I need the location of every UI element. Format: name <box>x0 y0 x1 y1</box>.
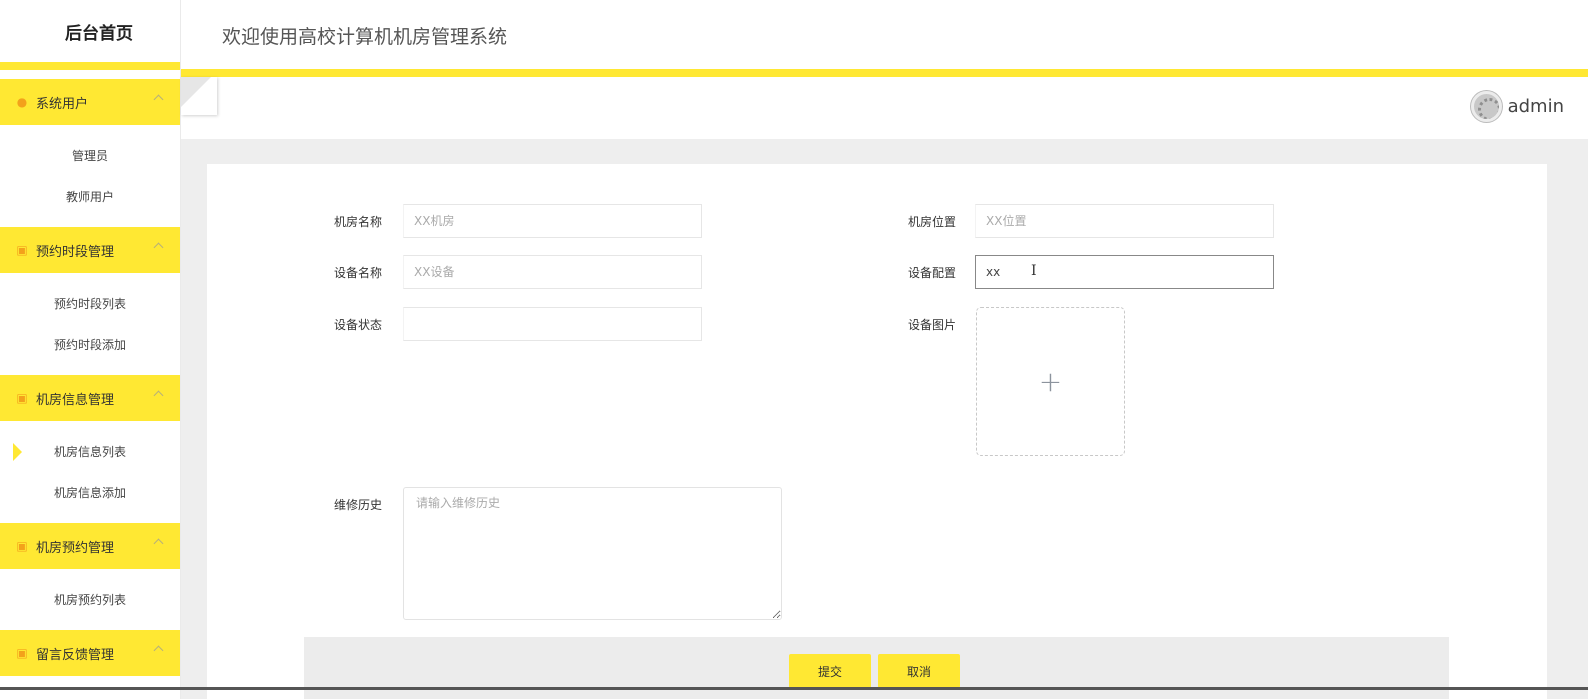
submenu-room-booking: 机房预约列表 <box>0 569 180 630</box>
header-accent-bar <box>181 69 1588 77</box>
folder-icon: ▣ <box>16 646 28 660</box>
brand-accent-bar <box>0 62 180 70</box>
top-header: 欢迎使用高校计算机机房管理系统 <box>181 0 1588 69</box>
bottom-edge-line <box>0 687 1588 690</box>
device-status-label: 设备状态 <box>333 318 382 332</box>
chevron-up-icon <box>153 242 164 253</box>
folder-icon: ▣ <box>16 391 28 405</box>
sidebar: 后台首页 ● 系统用户 管理员 教师用户 ▣ 预约时段管理 预约时段列表 预约时… <box>0 0 181 699</box>
menu-group-label: 留言反馈管理 <box>36 647 115 663</box>
repair-history-textarea[interactable] <box>403 487 782 620</box>
sidebar-item-booking-list[interactable]: 机房预约列表 <box>0 579 180 620</box>
sidebar-item-room-add[interactable]: 机房信息添加 <box>0 472 180 513</box>
cancel-button[interactable]: 取消 <box>878 654 960 688</box>
collapse-sidebar-icon[interactable] <box>181 77 217 115</box>
sidebar-item-room-list[interactable]: 机房信息列表 <box>0 431 180 472</box>
sidebar-item-teacher-users[interactable]: 教师用户 <box>0 176 180 217</box>
active-indicator-icon <box>13 443 22 461</box>
device-config-input[interactable] <box>975 255 1274 289</box>
menu-group-label: 机房预约管理 <box>36 540 115 556</box>
menu-group-room-booking[interactable]: ▣ 机房预约管理 <box>0 523 180 569</box>
repair-history-label: 维修历史 <box>333 498 382 512</box>
chevron-up-icon <box>153 390 164 401</box>
username[interactable]: admin <box>1508 96 1564 117</box>
sidebar-item-admin[interactable]: 管理员 <box>0 135 180 176</box>
submenu-booking-slots: 预约时段列表 预约时段添加 <box>0 273 180 375</box>
menu-group-system-users[interactable]: ● 系统用户 <box>0 79 180 125</box>
submit-button[interactable]: 提交 <box>789 654 871 688</box>
room-name-input[interactable] <box>403 204 702 238</box>
image-upload[interactable]: + <box>976 307 1125 456</box>
menu-group-label: 系统用户 <box>36 96 89 112</box>
toolbar: admin <box>181 77 1588 139</box>
bottom-edge <box>0 687 1588 699</box>
sidebar-item-slot-list[interactable]: 预约时段列表 <box>0 283 180 324</box>
submenu-room-info: 机房信息列表 机房信息添加 <box>0 421 180 523</box>
menu-group-room-info[interactable]: ▣ 机房信息管理 <box>0 375 180 421</box>
device-status-input[interactable] <box>403 307 702 341</box>
submenu-system-users: 管理员 教师用户 <box>0 125 180 227</box>
user-menu[interactable]: admin <box>1470 91 1564 122</box>
text-cursor-icon: I <box>1031 263 1037 279</box>
folder-icon: ▣ <box>16 539 28 553</box>
menu-group-label: 机房信息管理 <box>36 392 115 408</box>
menu-group-feedback[interactable]: ▣ 留言反馈管理 <box>0 630 180 676</box>
plus-icon: + <box>1038 365 1063 398</box>
sidebar-item-slot-add[interactable]: 预约时段添加 <box>0 324 180 365</box>
avatar[interactable] <box>1470 91 1502 122</box>
device-name-input[interactable] <box>403 255 702 289</box>
user-icon: ● <box>16 95 28 109</box>
chevron-up-icon <box>153 645 164 656</box>
folder-icon: ▣ <box>16 243 28 257</box>
room-location-label: 机房位置 <box>907 215 956 229</box>
chevron-up-icon <box>153 94 164 105</box>
sidebar-item-label: 机房信息列表 <box>53 445 126 459</box>
menu-group-booking-slots[interactable]: ▣ 预约时段管理 <box>0 227 180 273</box>
menu-group-label: 预约时段管理 <box>36 244 115 260</box>
device-image-label: 设备图片 <box>907 318 956 332</box>
page-title: 欢迎使用高校计算机机房管理系统 <box>222 26 508 48</box>
room-name-label: 机房名称 <box>333 215 382 229</box>
sidebar-brand[interactable]: 后台首页 <box>0 0 180 62</box>
device-config-label: 设备配置 <box>907 266 956 280</box>
device-name-label: 设备名称 <box>333 266 382 280</box>
room-location-input[interactable] <box>975 204 1274 238</box>
chevron-up-icon <box>153 538 164 549</box>
